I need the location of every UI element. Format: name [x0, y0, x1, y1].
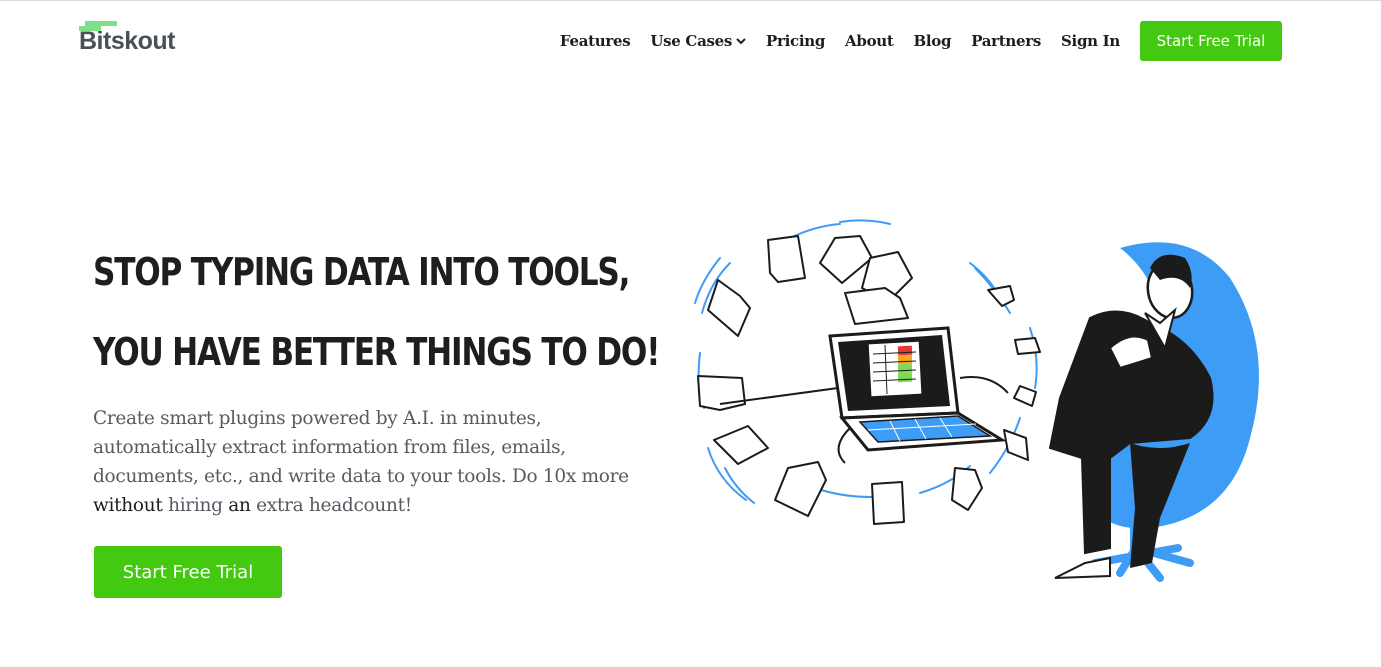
hero-subtitle-part-3: extra headcount!: [250, 495, 412, 516]
hero-illustration: [694, 219, 1259, 582]
nav-features[interactable]: Features: [559, 32, 631, 50]
nav-blog[interactable]: Blog: [914, 32, 952, 50]
main-navigation: Features Use Cases Pricing About Blog Pa…: [560, 21, 1282, 61]
nav-use-cases[interactable]: Use Cases: [650, 32, 746, 50]
nav-partners[interactable]: Partners: [971, 32, 1041, 50]
nav-features-label: Features: [559, 32, 631, 50]
nav-about[interactable]: About: [845, 32, 894, 50]
nav-sign-in[interactable]: Sign In: [1061, 32, 1120, 50]
hero-title-line-2: YOU HAVE BETTER THINGS TO DO!: [93, 330, 660, 374]
nav-about-label: About: [845, 32, 894, 50]
laptop: [828, 326, 1007, 452]
hero-start-free-trial-button[interactable]: Start Free Trial: [94, 546, 282, 598]
hero-subtitle: Create smart plugins powered by A.I. in …: [93, 404, 638, 520]
nav-partners-label: Partners: [971, 32, 1042, 50]
logo-text: Bitskout: [79, 27, 176, 55]
hero-subtitle-emphasis-an: an: [228, 495, 251, 516]
nav-start-free-trial-button[interactable]: Start Free Trial: [1140, 21, 1282, 61]
hero-subtitle-emphasis-without: without: [93, 495, 163, 516]
nav-pricing[interactable]: Pricing: [766, 32, 825, 50]
chevron-down-icon: [736, 37, 746, 44]
nav-blog-label: Blog: [913, 32, 952, 50]
hero-title: STOP TYPING DATA INTO TOOLS, YOU HAVE BE…: [93, 232, 660, 392]
nav-pricing-label: Pricing: [766, 32, 826, 50]
hero-subtitle-part-2: hiring: [162, 495, 229, 516]
bitskout-logo[interactable]: Bitskout: [79, 20, 189, 56]
nav-use-cases-label: Use Cases: [650, 32, 733, 50]
hero-title-line-1: STOP TYPING DATA INTO TOOLS,: [93, 250, 630, 294]
hero-subtitle-part-1: Create smart plugins powered by A.I. in …: [93, 408, 629, 487]
top-border: [0, 0, 1381, 1]
nav-sign-in-label: Sign In: [1061, 32, 1120, 50]
